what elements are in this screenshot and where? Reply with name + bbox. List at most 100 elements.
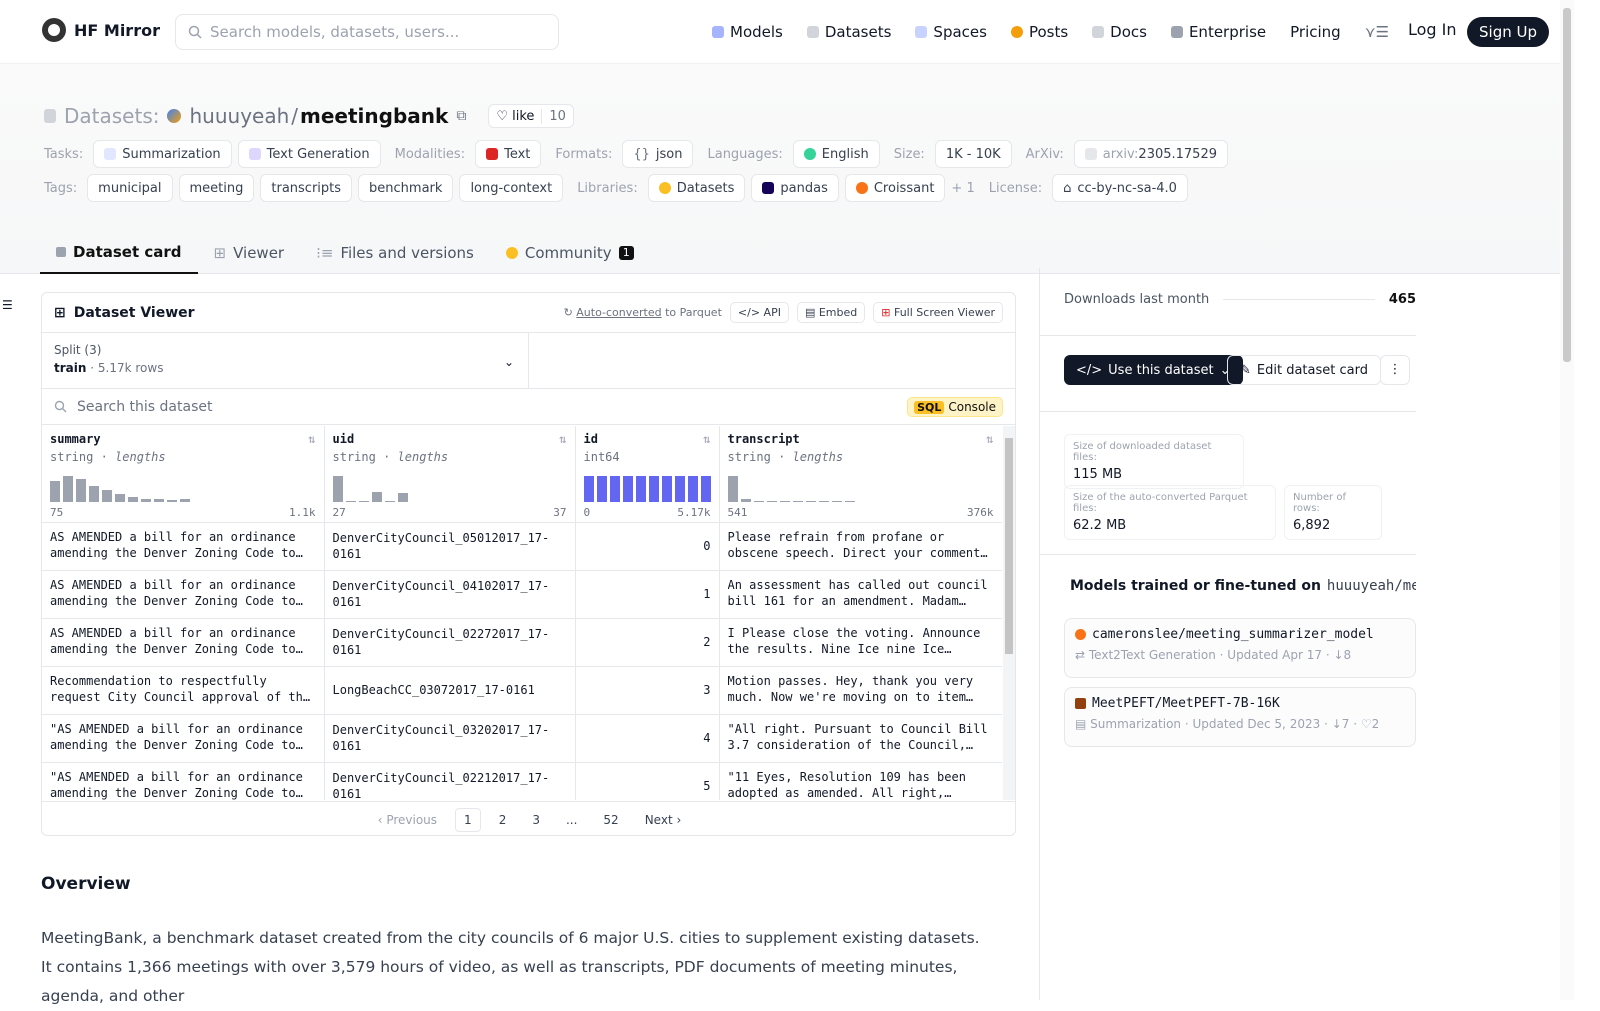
histogram-bar[interactable] xyxy=(384,501,395,502)
embed-button[interactable]: ▤ Embed xyxy=(796,302,866,323)
library-datasets[interactable]: Datasets xyxy=(647,174,746,202)
signup-button[interactable]: Sign Up xyxy=(1467,17,1549,47)
models-heading-dataset[interactable]: huuuyeah/meeti… xyxy=(1327,578,1416,594)
page-1[interactable]: 1 xyxy=(455,807,481,832)
histogram-bar[interactable] xyxy=(727,476,738,502)
sort-icon[interactable]: ⇅ xyxy=(703,432,710,446)
cell-id[interactable]: 5 xyxy=(703,779,710,793)
nav-datasets[interactable]: Datasets xyxy=(795,16,904,48)
cell-summary[interactable]: AS AMENDED a bill for an ordinance amend… xyxy=(50,577,316,609)
grid-scrollbar[interactable] xyxy=(1003,426,1015,800)
task-summarization[interactable]: Summarization xyxy=(93,140,232,168)
nav-spaces[interactable]: Spaces xyxy=(903,16,999,48)
tab-dataset-card[interactable]: Dataset card xyxy=(40,232,198,274)
dataset-name[interactable]: meetingbank xyxy=(300,104,448,128)
cell-transcript[interactable]: "11 Eyes, Resolution 109 has been adopte… xyxy=(728,769,994,801)
histogram-bar[interactable] xyxy=(115,494,125,502)
autoconv-link[interactable]: Auto-converted xyxy=(576,306,661,319)
page-2[interactable]: 2 xyxy=(491,809,515,831)
libraries-more[interactable]: + 1 xyxy=(951,181,974,196)
tag-meeting[interactable]: meeting xyxy=(178,174,255,202)
scroll-thumb[interactable] xyxy=(1005,438,1013,654)
dataset-search[interactable]: Search this dataset SQL Console xyxy=(42,389,1015,425)
cell-id[interactable]: 0 xyxy=(703,539,710,553)
global-search[interactable]: Search models, datasets, users... xyxy=(175,14,559,50)
sort-icon[interactable]: ⇅ xyxy=(308,432,315,446)
next-page-button[interactable]: Next › xyxy=(637,809,690,831)
model-card-2[interactable]: MeetPEFT/MeetPEFT-7B-16K ▤ Summarization… xyxy=(1064,687,1416,747)
histogram-bar[interactable] xyxy=(661,476,672,502)
histogram-bar[interactable] xyxy=(844,501,855,502)
histogram-bar[interactable] xyxy=(89,486,99,502)
histogram-bar[interactable] xyxy=(805,501,816,502)
cell-id[interactable]: 3 xyxy=(703,683,710,697)
table-row[interactable]: AS AMENDED a bill for an ordinance amend… xyxy=(42,522,1002,571)
table-row[interactable]: Recommendation to respectfully request C… xyxy=(42,666,1002,715)
license-chip[interactable]: ⌂ cc-by-nc-sa-4.0 xyxy=(1052,174,1188,202)
cell-id[interactable]: 2 xyxy=(703,635,710,649)
histogram-bar[interactable] xyxy=(102,490,112,502)
histogram-bar[interactable] xyxy=(818,501,829,502)
sort-icon[interactable]: ⇅ xyxy=(986,432,993,446)
histogram-bar[interactable] xyxy=(583,476,594,502)
format-json[interactable]: {} json xyxy=(622,140,694,168)
column-header-summary[interactable]: summary ⇅ string · lengths 75 1.1k xyxy=(42,426,325,523)
tag-benchmark[interactable]: benchmark xyxy=(358,174,454,202)
cell-uid[interactable]: DenverCityCouncil_02272017_17-0161 xyxy=(333,627,550,657)
cell-uid[interactable]: DenverCityCouncil_04102017_17-0161 xyxy=(333,579,550,609)
histogram-bar[interactable] xyxy=(332,476,343,502)
histogram-bar[interactable] xyxy=(128,497,138,502)
split-dropdown[interactable]: Split (3) train · 5.17k rows ⌄ xyxy=(42,333,529,388)
modality-text[interactable]: Text xyxy=(475,140,542,168)
more-options-button[interactable]: ⋮ xyxy=(1380,355,1410,385)
histogram-bar[interactable] xyxy=(700,476,711,502)
prev-page-button[interactable]: ‹ Previous xyxy=(370,809,445,831)
histogram-bar[interactable] xyxy=(831,501,842,502)
cell-transcript[interactable]: An assessment has called out council bil… xyxy=(728,577,994,609)
cell-summary[interactable]: AS AMENDED a bill for an ordinance amend… xyxy=(50,529,316,561)
histogram-bar[interactable] xyxy=(648,476,659,502)
fullscreen-button[interactable]: ⊞ Full Screen Viewer xyxy=(873,302,1003,323)
sort-icon[interactable]: ⇅ xyxy=(559,432,566,446)
histogram-bar[interactable] xyxy=(358,501,369,502)
tag-long-context[interactable]: long-context xyxy=(459,174,564,202)
histogram-bar[interactable] xyxy=(397,493,408,502)
cell-uid[interactable]: DenverCityCouncil_03202017_17-0161 xyxy=(333,723,550,753)
histogram-bar[interactable] xyxy=(63,476,73,502)
cell-uid[interactable]: DenverCityCouncil_02212017_17-0161 xyxy=(333,771,550,800)
histogram-bar[interactable] xyxy=(596,476,607,502)
tab-files[interactable]: ⁝≡ Files and versions xyxy=(300,232,490,274)
cell-summary[interactable]: "AS AMENDED a bill for an ordinance amen… xyxy=(50,769,316,801)
nav-docs[interactable]: Docs xyxy=(1080,16,1159,48)
cell-summary[interactable]: AS AMENDED a bill for an ordinance amend… xyxy=(50,625,316,657)
histogram-bar[interactable] xyxy=(753,501,764,502)
cell-transcript[interactable]: Please refrain from profane or obscene s… xyxy=(728,529,994,561)
sidebar-toggle-icon[interactable]: ☰ xyxy=(2,298,13,312)
nav-models[interactable]: Models xyxy=(700,16,795,48)
library-pandas[interactable]: pandas xyxy=(751,174,839,202)
table-row[interactable]: AS AMENDED a bill for an ordinance amend… xyxy=(42,618,1002,667)
histogram-bar[interactable] xyxy=(345,501,356,502)
histogram-bar[interactable] xyxy=(779,501,790,502)
page-last[interactable]: 52 xyxy=(595,809,626,831)
table-row[interactable]: "AS AMENDED a bill for an ordinance amen… xyxy=(42,762,1002,800)
copy-icon[interactable]: ⧉ xyxy=(456,108,466,124)
cell-uid[interactable]: DenverCityCouncil_05012017_17-0161 xyxy=(333,531,550,561)
sql-console-button[interactable]: SQL Console xyxy=(907,396,1003,417)
histogram-bar[interactable] xyxy=(76,479,86,502)
language-english[interactable]: English xyxy=(792,140,880,168)
page-scroll-thumb[interactable] xyxy=(1563,8,1571,362)
histogram-bar[interactable] xyxy=(792,501,803,502)
tag-municipal[interactable]: municipal xyxy=(87,174,173,202)
nav-posts[interactable]: Posts xyxy=(999,16,1080,48)
histogram-bar[interactable] xyxy=(154,499,164,502)
cell-transcript[interactable]: I Please close the voting. Announce the … xyxy=(728,625,994,657)
cell-transcript[interactable]: "All right. Pursuant to Council Bill 3.7… xyxy=(728,721,994,753)
size-chip[interactable]: 1K - 10K xyxy=(934,140,1012,168)
task-text-generation[interactable]: Text Generation xyxy=(237,140,381,168)
histogram-bar[interactable] xyxy=(635,476,646,502)
histogram-bar[interactable] xyxy=(622,476,633,502)
histogram-bar[interactable] xyxy=(50,481,60,502)
histogram-bar[interactable] xyxy=(687,476,698,502)
column-header-id[interactable]: id ⇅ int64 0 5.17k xyxy=(575,426,720,523)
